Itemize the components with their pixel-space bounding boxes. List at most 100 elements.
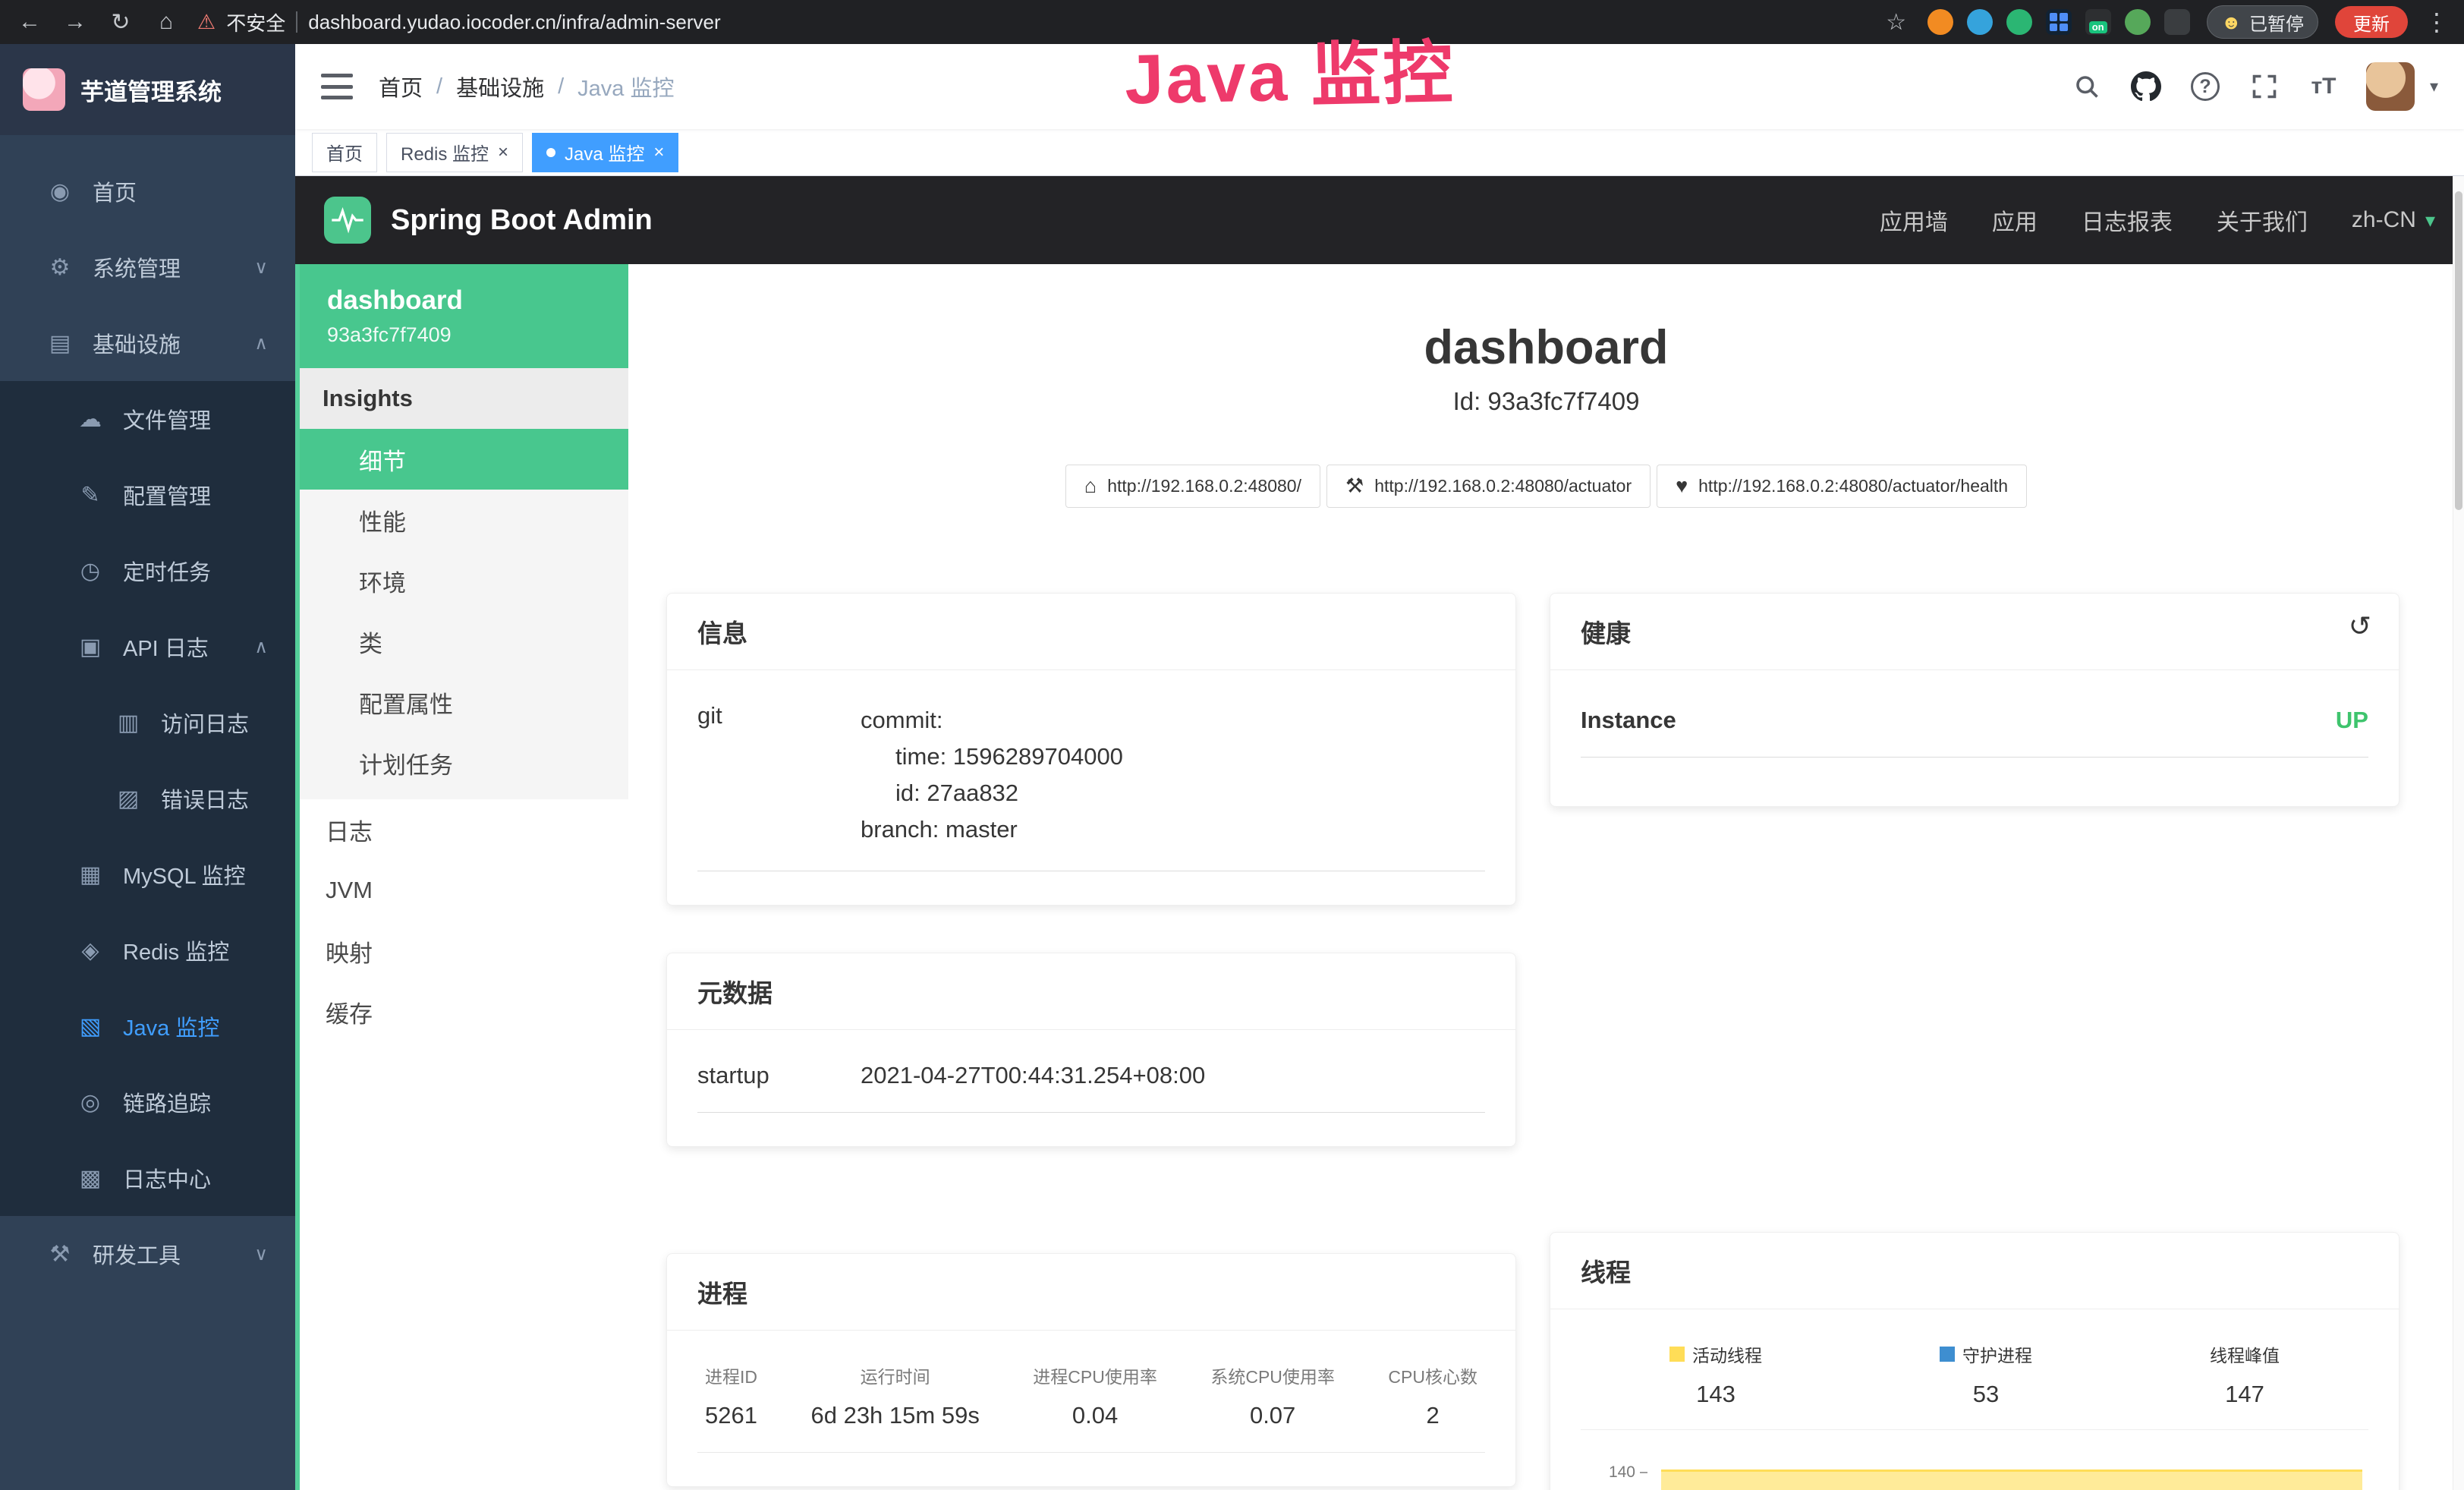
health-instance-row[interactable]: Instance UP bbox=[1581, 696, 2368, 758]
extension-icon-2[interactable] bbox=[1967, 9, 1993, 35]
sba-brand-title[interactable]: Spring Boot Admin bbox=[391, 204, 653, 237]
sba-menu-logging[interactable]: 日志 bbox=[300, 799, 628, 860]
sba-menu-mappings[interactable]: 映射 bbox=[300, 921, 628, 981]
app-sidebar: 芋道管理系统 ◉ 首页 ⚙ 系统管理 ∨ ▤ 基础设施 ∧ ☁ 文件管理 bbox=[0, 44, 295, 1490]
metadata-startup-row: startup 2021-04-27T00:44:31.254+08:00 bbox=[697, 1056, 1485, 1113]
sidebar-item-label: 链路追踪 bbox=[123, 1086, 268, 1118]
font-size-icon[interactable]: тT bbox=[2307, 70, 2340, 103]
github-icon[interactable] bbox=[2129, 70, 2163, 103]
extension-icon-1[interactable] bbox=[1927, 9, 1953, 35]
sba-main-content: dashboard Id: 93a3fc7f7409 ⌂ http://192.… bbox=[628, 264, 2464, 1490]
sba-menu-config-props[interactable]: 配置属性 bbox=[300, 672, 628, 732]
clock-icon: ◷ bbox=[76, 558, 105, 584]
scrollbar-track[interactable] bbox=[2453, 176, 2464, 1490]
app-title: 芋道管理系统 bbox=[80, 73, 222, 107]
hamburger-icon[interactable] bbox=[321, 74, 353, 99]
help-icon[interactable]: ? bbox=[2189, 70, 2222, 103]
java-monitor-icon: ▧ bbox=[76, 1013, 105, 1040]
row-label: Instance bbox=[1581, 707, 1676, 734]
sidebar-item-log-center[interactable]: ▩ 日志中心 bbox=[0, 1140, 295, 1216]
tab-label: 首页 bbox=[326, 139, 363, 165]
breadcrumb-infra[interactable]: 基础设施 bbox=[456, 71, 544, 102]
sba-logo-icon[interactable] bbox=[324, 197, 371, 244]
url-text[interactable]: dashboard.yudao.iocoder.cn/infra/admin-s… bbox=[308, 11, 720, 34]
security-warning-text[interactable]: 不安全 bbox=[226, 8, 285, 36]
sidebar-item-mysql-monitor[interactable]: ▦ MySQL 监控 bbox=[0, 836, 295, 912]
sidebar-item-config-manage[interactable]: ✎ 配置管理 bbox=[0, 457, 295, 533]
sidebar-item-dev-tools[interactable]: ⚒ 研发工具 ∨ bbox=[0, 1216, 295, 1292]
threads-card: 线程 活动线程 143 bbox=[1550, 1232, 2399, 1490]
chevron-down-icon: ∨ bbox=[254, 1243, 268, 1265]
search-icon[interactable] bbox=[2070, 70, 2104, 103]
sidebar-item-access-logs[interactable]: ▥ 访问日志 bbox=[0, 685, 295, 761]
paused-badge[interactable]: ☻ 已暂停 bbox=[2207, 5, 2318, 39]
sba-nav-wallboard[interactable]: 应用墙 bbox=[1880, 203, 1948, 237]
sidebar-item-file-manage[interactable]: ☁ 文件管理 bbox=[0, 381, 295, 457]
tab-home[interactable]: 首页 bbox=[312, 133, 377, 172]
address-bar[interactable]: ⚠ 不安全 dashboard.yudao.iocoder.cn/infra/a… bbox=[197, 8, 721, 36]
tab-label: Java 监控 bbox=[565, 139, 644, 165]
sidebar-item-label: API 日志 bbox=[123, 631, 236, 663]
forward-icon[interactable]: → bbox=[61, 9, 90, 35]
update-button[interactable]: 更新 bbox=[2335, 6, 2408, 38]
close-icon[interactable]: × bbox=[653, 143, 664, 162]
process-stat: 进程ID 5261 bbox=[705, 1362, 757, 1429]
sba-menu-jvm[interactable]: JVM bbox=[300, 860, 628, 921]
instance-id-line: Id: 93a3fc7f7409 bbox=[628, 387, 2464, 416]
reload-icon[interactable]: ↻ bbox=[106, 9, 135, 36]
health-url-link[interactable]: ♥ http://192.168.0.2:48080/actuator/heal… bbox=[1657, 465, 2027, 508]
sidebar-item-java-monitor[interactable]: ▧ Java 监控 bbox=[0, 988, 295, 1064]
stat-value: 5261 bbox=[705, 1402, 757, 1429]
browser-menu-icon[interactable]: ⋮ bbox=[2425, 8, 2449, 36]
app-logo[interactable]: 芋道管理系统 bbox=[0, 44, 295, 135]
history-icon[interactable]: ↺ bbox=[2349, 610, 2371, 642]
sba-menu-scheduled-tasks[interactable]: 计划任务 bbox=[300, 732, 628, 793]
instance-header[interactable]: dashboard 93a3fc7f7409 bbox=[300, 264, 628, 368]
process-stat: 进程CPU使用率 0.04 bbox=[1033, 1362, 1157, 1429]
sba-nav-about[interactable]: 关于我们 bbox=[2217, 203, 2308, 237]
sba-menu-environment[interactable]: 环境 bbox=[300, 550, 628, 611]
info-card: 信息 git commit: time: 1596289704000 id: 2… bbox=[666, 593, 1516, 906]
screen-root: ← → ↻ ⌂ ⚠ 不安全 dashboard.yudao.iocoder.cn… bbox=[0, 0, 2464, 1490]
sba-menu-caches[interactable]: 缓存 bbox=[300, 981, 628, 1042]
extension-icon-3[interactable] bbox=[2006, 9, 2032, 35]
cards-left-column: 信息 git commit: time: 1596289704000 id: 2… bbox=[666, 593, 1516, 1487]
wrench-icon: ⚒ bbox=[1345, 474, 1364, 498]
sidebar-item-system[interactable]: ⚙ 系统管理 ∨ bbox=[0, 229, 295, 305]
avatar[interactable] bbox=[2366, 62, 2415, 111]
home-icon[interactable]: ⌂ bbox=[152, 9, 181, 35]
sba-menu-classes[interactable]: 类 bbox=[300, 611, 628, 672]
sidebar-item-api-logs[interactable]: ▣ API 日志 ∧ bbox=[0, 609, 295, 685]
tab-java-monitor[interactable]: Java 监控 × bbox=[532, 133, 678, 172]
tab-redis-monitor[interactable]: Redis 监控 × bbox=[386, 133, 523, 172]
extension-icon-5[interactable]: on bbox=[2085, 9, 2111, 35]
bookmark-star-icon[interactable]: ☆ bbox=[1882, 9, 1911, 36]
sba-nav-journal[interactable]: 日志报表 bbox=[2082, 203, 2173, 237]
sidebar-item-label: Java 监控 bbox=[123, 1010, 268, 1042]
stat-label: 运行时间 bbox=[810, 1362, 979, 1388]
sba-menu-metrics[interactable]: 性能 bbox=[300, 490, 628, 550]
close-icon[interactable]: × bbox=[498, 143, 508, 162]
redis-icon: ◈ bbox=[76, 937, 105, 964]
sidebar-item-infra[interactable]: ▤ 基础设施 ∧ bbox=[0, 305, 295, 381]
sidebar-item-home[interactable]: ◉ 首页 bbox=[0, 153, 295, 229]
monitor-icon: ▤ bbox=[46, 330, 74, 357]
sidebar-item-redis-monitor[interactable]: ◈ Redis 监控 bbox=[0, 912, 295, 988]
extension-icon-6[interactable] bbox=[2125, 9, 2151, 35]
breadcrumb-home[interactable]: 首页 bbox=[379, 71, 423, 102]
extensions-puzzle-icon[interactable] bbox=[2164, 9, 2190, 35]
avatar-caret-icon[interactable]: ▾ bbox=[2430, 77, 2438, 96]
actuator-url-link[interactable]: ⚒ http://192.168.0.2:48080/actuator bbox=[1326, 465, 1651, 508]
sba-nav-applications[interactable]: 应用 bbox=[1992, 203, 2038, 237]
service-url-link[interactable]: ⌂ http://192.168.0.2:48080/ bbox=[1065, 465, 1320, 508]
legend-value: 143 bbox=[1669, 1381, 1762, 1408]
sba-menu-details[interactable]: 细节 bbox=[300, 429, 628, 490]
sidebar-item-tracing[interactable]: ◎ 链路追踪 bbox=[0, 1064, 295, 1140]
sidebar-item-error-logs[interactable]: ▨ 错误日志 bbox=[0, 761, 295, 836]
fullscreen-icon[interactable] bbox=[2248, 70, 2281, 103]
locale-selector[interactable]: zh-CN ▾ bbox=[2352, 207, 2435, 233]
back-icon[interactable]: ← bbox=[15, 9, 44, 35]
extension-icon-4[interactable] bbox=[2046, 9, 2072, 35]
scrollbar-thumb[interactable] bbox=[2455, 191, 2462, 510]
sidebar-item-scheduled-jobs[interactable]: ◷ 定时任务 bbox=[0, 533, 295, 609]
